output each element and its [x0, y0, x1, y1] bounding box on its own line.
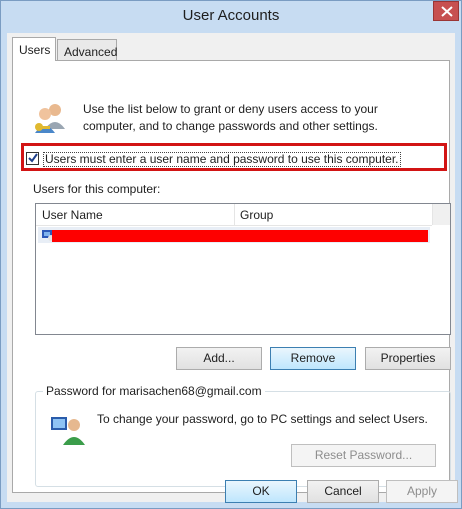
properties-button[interactable]: Properties [365, 347, 451, 370]
password-groupbox [35, 391, 451, 487]
users-icon [35, 104, 65, 133]
dialog-client-area: Users Advanced Use the list below to gra… [7, 33, 458, 503]
add-user-button[interactable]: Add... [176, 347, 262, 370]
window-title: User Accounts [182, 7, 280, 24]
checkmark-icon [28, 153, 38, 163]
redacted-user-entry [52, 230, 428, 242]
tab-users-label: Users [19, 43, 51, 57]
tab-users[interactable]: Users [12, 37, 56, 61]
close-button[interactable] [433, 1, 459, 21]
listview-header: User Name Group [36, 204, 432, 226]
column-separator[interactable] [234, 204, 235, 225]
title-bar[interactable]: User Accounts [1, 1, 461, 33]
tab-advanced-label: Advanced [64, 45, 118, 59]
password-change-text: To change your password, go to PC settin… [97, 412, 428, 426]
users-list-label: Users for this computer: [33, 182, 161, 196]
users-listview[interactable]: User Name Group [35, 203, 451, 335]
users-tab-panel: Use the list below to grant or deny user… [12, 60, 451, 493]
close-icon [441, 6, 453, 17]
header-scroll-filler [432, 204, 450, 225]
apply-button[interactable]: Apply [386, 480, 458, 503]
remove-user-button[interactable]: Remove [270, 347, 356, 370]
require-password-label[interactable]: Users must enter a user name and passwor… [43, 152, 401, 167]
ok-button[interactable]: OK [225, 480, 297, 503]
intro-text: Use the list below to grant or deny user… [83, 102, 378, 133]
cancel-button[interactable]: Cancel [307, 480, 379, 503]
password-group-title: Password for marisachen68@gmail.com [43, 384, 265, 398]
column-header-username[interactable]: User Name [42, 208, 103, 222]
tab-advanced[interactable]: Advanced [57, 39, 117, 61]
reset-password-button[interactable]: Reset Password... [291, 444, 436, 467]
user-password-icon [51, 417, 85, 445]
require-password-checkbox[interactable] [26, 152, 39, 165]
user-accounts-window: User Accounts Users Advanced Use the lis… [0, 0, 462, 509]
column-header-group[interactable]: Group [240, 208, 273, 222]
table-row[interactable] [38, 227, 430, 243]
